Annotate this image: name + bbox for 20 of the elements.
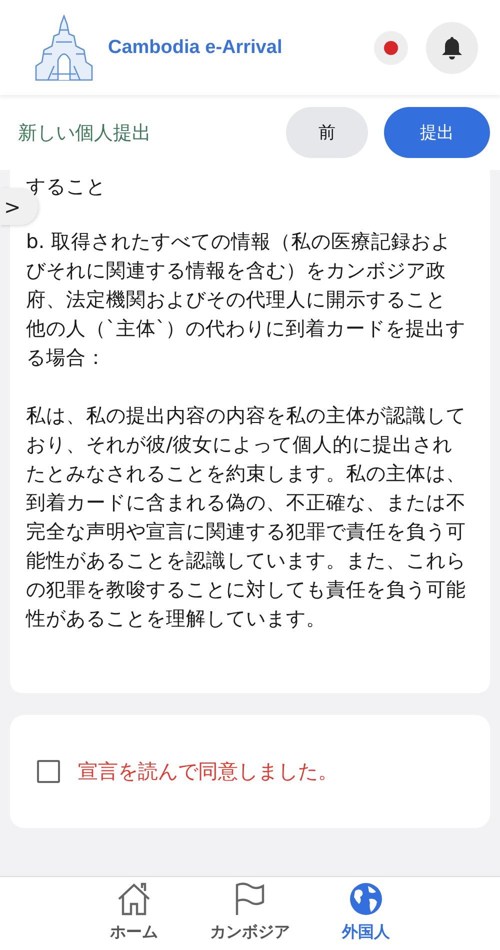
temple-logo xyxy=(34,14,94,82)
flag-icon xyxy=(234,882,266,916)
agree-checkbox[interactable] xyxy=(37,760,60,783)
nav-tab[interactable]: 外国人 xyxy=(321,882,411,950)
back-button[interactable]: 前 xyxy=(286,107,368,158)
notification-button[interactable] xyxy=(426,22,478,74)
app-title: Cambodia e-Arrival xyxy=(108,36,284,58)
language-button[interactable] xyxy=(374,30,408,64)
declaration-text: b. 取得されたすべての情報（私の医療記録およびそれに関連する情報を含む）をカンボジア政府、法定機関およびその代理人に開示すること xyxy=(26,229,452,313)
bell-icon xyxy=(441,36,463,60)
house-icon xyxy=(116,882,152,916)
submit-button[interactable]: 提出 xyxy=(384,107,490,158)
nav-tab[interactable]: ホーム xyxy=(89,882,179,950)
declaration-text: 他の人（`主体`）の代わりに到着カードを提出する場合： xyxy=(26,316,467,371)
nav-tab[interactable]: カンボジア xyxy=(205,882,295,950)
globe-icon xyxy=(349,882,383,916)
japan-flag-icon xyxy=(384,40,398,54)
agree-label[interactable]: 宣言を読んで同意しました。 xyxy=(78,758,338,785)
page-title: 新しい個人提出 xyxy=(18,120,152,146)
declaration-text: 私は、私の提出内容の内容を私の主体が認識しており、それが彼/彼女によって個人的に提出されたとみなされることを約束します。私の主体は、到着カードに含まれる偽の、不正確な、または不完全な声明や宣言に関連する犯罪で責任を負う可能性があることを認識しています。また、これらの犯罪を教唆することに対しても責任を負う可能性があることを理解しています。 xyxy=(26,403,467,632)
